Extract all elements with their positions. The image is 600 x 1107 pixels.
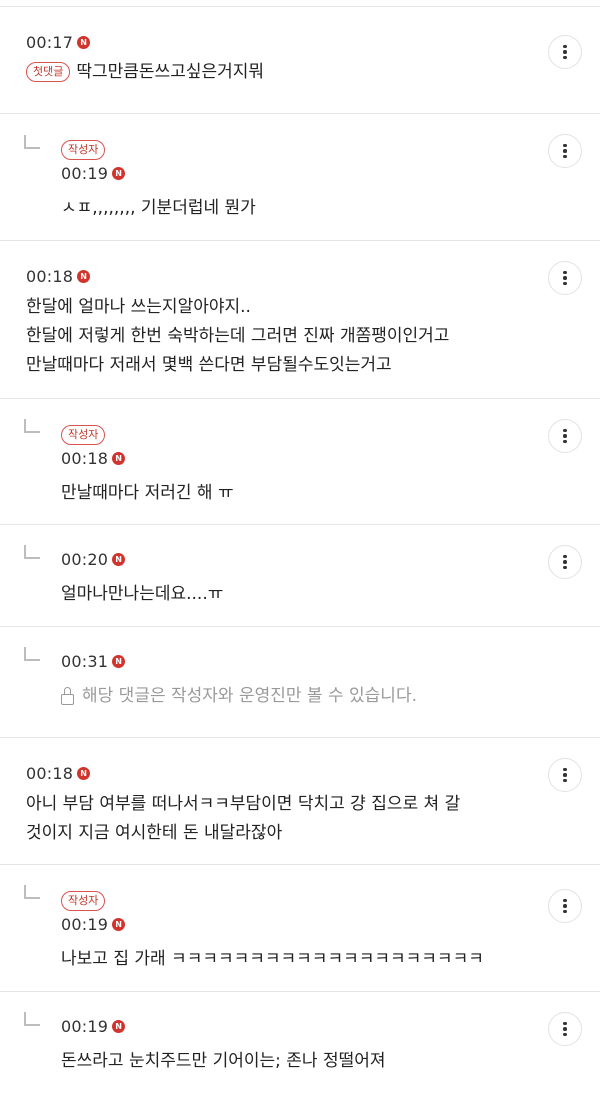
more-options-button[interactable] <box>548 1012 582 1046</box>
reply-item: 작성자 00:19 N ㅅㅍ,,,,,,,, 기분더럽네 뭔가 <box>0 114 600 241</box>
comment-time: 00:31 <box>61 651 109 671</box>
comment-text: 딱그만큼돈쓰고싶은거지뭐 <box>76 62 265 82</box>
first-comment-badge: 첫댓글 <box>26 62 71 82</box>
more-vertical-icon <box>563 897 567 916</box>
comment-meta: 00:31 N <box>61 627 520 672</box>
comment-text: 해당 댓글은 작성자와 운영진만 볼 수 있습니다. <box>82 686 417 706</box>
comment-list: 00:17 N 첫댓글 딱그만큼돈쓰고싶은거지뭐 작성자 00:19 N ㅅㅍ,,… <box>0 0 600 1107</box>
reply-item: 00:20 N 얼마나만나는데요....ㅠ <box>0 525 600 627</box>
new-badge: N <box>77 269 91 283</box>
new-badge: N <box>112 166 126 180</box>
comment-text: 만날때마다 저러긴 해 ㅠ <box>61 483 234 503</box>
comment-meta: 00:19 N <box>61 913 520 935</box>
new-badge: N <box>112 1019 126 1033</box>
more-vertical-icon <box>563 142 567 161</box>
comment-meta: 00:18 N <box>26 762 520 784</box>
new-badge: N <box>112 451 126 465</box>
comment-time: 00:19 <box>61 914 109 934</box>
reply-item: 작성자 00:18 N 만날때마다 저러긴 해 ㅠ <box>0 399 600 525</box>
more-options-button[interactable] <box>548 419 582 453</box>
comment-meta: 00:18 N <box>61 447 520 469</box>
reply-arrow-icon <box>24 1012 40 1026</box>
comment-item: 00:17 N 첫댓글 딱그만큼돈쓰고싶은거지뭐 <box>0 7 600 114</box>
more-options-button[interactable] <box>548 35 582 69</box>
more-options-button[interactable] <box>548 134 582 168</box>
comment-meta: 00:18 N <box>26 265 520 287</box>
more-vertical-icon <box>563 269 567 288</box>
new-badge: N <box>77 766 91 780</box>
comment-text: 돈쓰라고 눈치주드만 기어이는; 존나 정떨어져 <box>61 1051 386 1071</box>
new-badge: N <box>112 552 126 566</box>
lock-icon <box>61 687 74 705</box>
reply-arrow-icon <box>24 885 40 899</box>
comment-line: 아니 부담 여부를 떠나서ㅋㅋ부담이면 닥치고 걍 집으로 쳐 갈 <box>26 794 461 814</box>
comment-time: 00:20 <box>61 549 109 569</box>
comment-body: 해당 댓글은 작성자와 운영진만 볼 수 있습니다. <box>61 682 520 711</box>
reply-item: 작성자 00:19 N 나보고 집 가래 ㅋㅋㅋㅋㅋㅋㅋㅋㅋㅋㅋㅋㅋㅋㅋㅋㅋㅋㅋ… <box>0 865 600 992</box>
author-badge: 작성자 <box>61 891 106 911</box>
reply-item: 00:19 N 돈쓰라고 눈치주드만 기어이는; 존나 정떨어져 <box>0 992 600 1107</box>
reply-item: 00:31 N 해당 댓글은 작성자와 운영진만 볼 수 있습니다. <box>0 627 600 738</box>
comment-text: 나보고 집 가래 ㅋㅋㅋㅋㅋㅋㅋㅋㅋㅋㅋㅋㅋㅋㅋㅋㅋㅋㅋㅋ <box>61 949 484 969</box>
comment-body: 한달에 얼마나 쓰는지알아야지.. 한달에 저렇게 한번 숙박하는데 그러면 진… <box>26 293 520 380</box>
comment-meta: 00:20 N <box>61 525 520 570</box>
more-vertical-icon <box>563 1020 567 1039</box>
comment-body: 첫댓글 딱그만큼돈쓰고싶은거지뭐 <box>26 58 520 87</box>
more-vertical-icon <box>563 766 567 785</box>
comment-meta: 00:19 N <box>61 162 520 184</box>
comment-meta: 00:17 N <box>26 31 520 53</box>
comment-text: 얼마나만나는데요....ㅠ <box>61 584 224 604</box>
comment-time: 00:17 <box>26 32 74 52</box>
author-badge: 작성자 <box>61 140 106 160</box>
more-options-button[interactable] <box>548 545 582 579</box>
comment-line: 한달에 저렇게 한번 숙박하는데 그러면 진짜 개쫌팽이인거고 <box>26 326 450 346</box>
comment-time: 00:18 <box>26 266 74 286</box>
more-vertical-icon <box>563 43 567 62</box>
comment-item: 00:18 N 아니 부담 여부를 떠나서ㅋㅋ부담이면 닥치고 걍 집으로 쳐 … <box>0 738 600 865</box>
reply-arrow-icon <box>24 545 40 559</box>
comment-time: 00:18 <box>61 448 109 468</box>
new-badge: N <box>112 917 126 931</box>
comment-body: 아니 부담 여부를 떠나서ㅋㅋ부담이면 닥치고 걍 집으로 쳐 갈 것이지 지금… <box>26 790 520 848</box>
comment-time: 00:19 <box>61 163 109 183</box>
author-badge: 작성자 <box>61 425 106 445</box>
comment-line: 것이지 지금 여시한테 돈 내달라잖아 <box>26 823 283 843</box>
reply-arrow-icon <box>24 135 40 149</box>
comment-item: 00:18 N 한달에 얼마나 쓰는지알아야지.. 한달에 저렇게 한번 숙박하… <box>0 241 600 399</box>
new-badge: N <box>77 35 91 49</box>
comment-time: 00:18 <box>26 763 74 783</box>
top-divider <box>0 0 600 7</box>
comment-meta: 00:19 N <box>61 992 520 1037</box>
comment-text: ㅅㅍ,,,,,,,, 기분더럽네 뭔가 <box>61 198 256 218</box>
reply-arrow-icon <box>24 647 40 661</box>
more-options-button[interactable] <box>548 261 582 295</box>
comment-line: 한달에 얼마나 쓰는지알아야지.. <box>26 297 251 317</box>
more-vertical-icon <box>563 427 567 446</box>
new-badge: N <box>112 654 126 668</box>
more-options-button[interactable] <box>548 889 582 923</box>
more-vertical-icon <box>563 553 567 572</box>
comment-line: 만날때마다 저래서 몇백 쓴다면 부담될수도잇는거고 <box>26 355 392 375</box>
comment-time: 00:19 <box>61 1016 109 1036</box>
more-options-button[interactable] <box>548 758 582 792</box>
reply-arrow-icon <box>24 419 40 433</box>
